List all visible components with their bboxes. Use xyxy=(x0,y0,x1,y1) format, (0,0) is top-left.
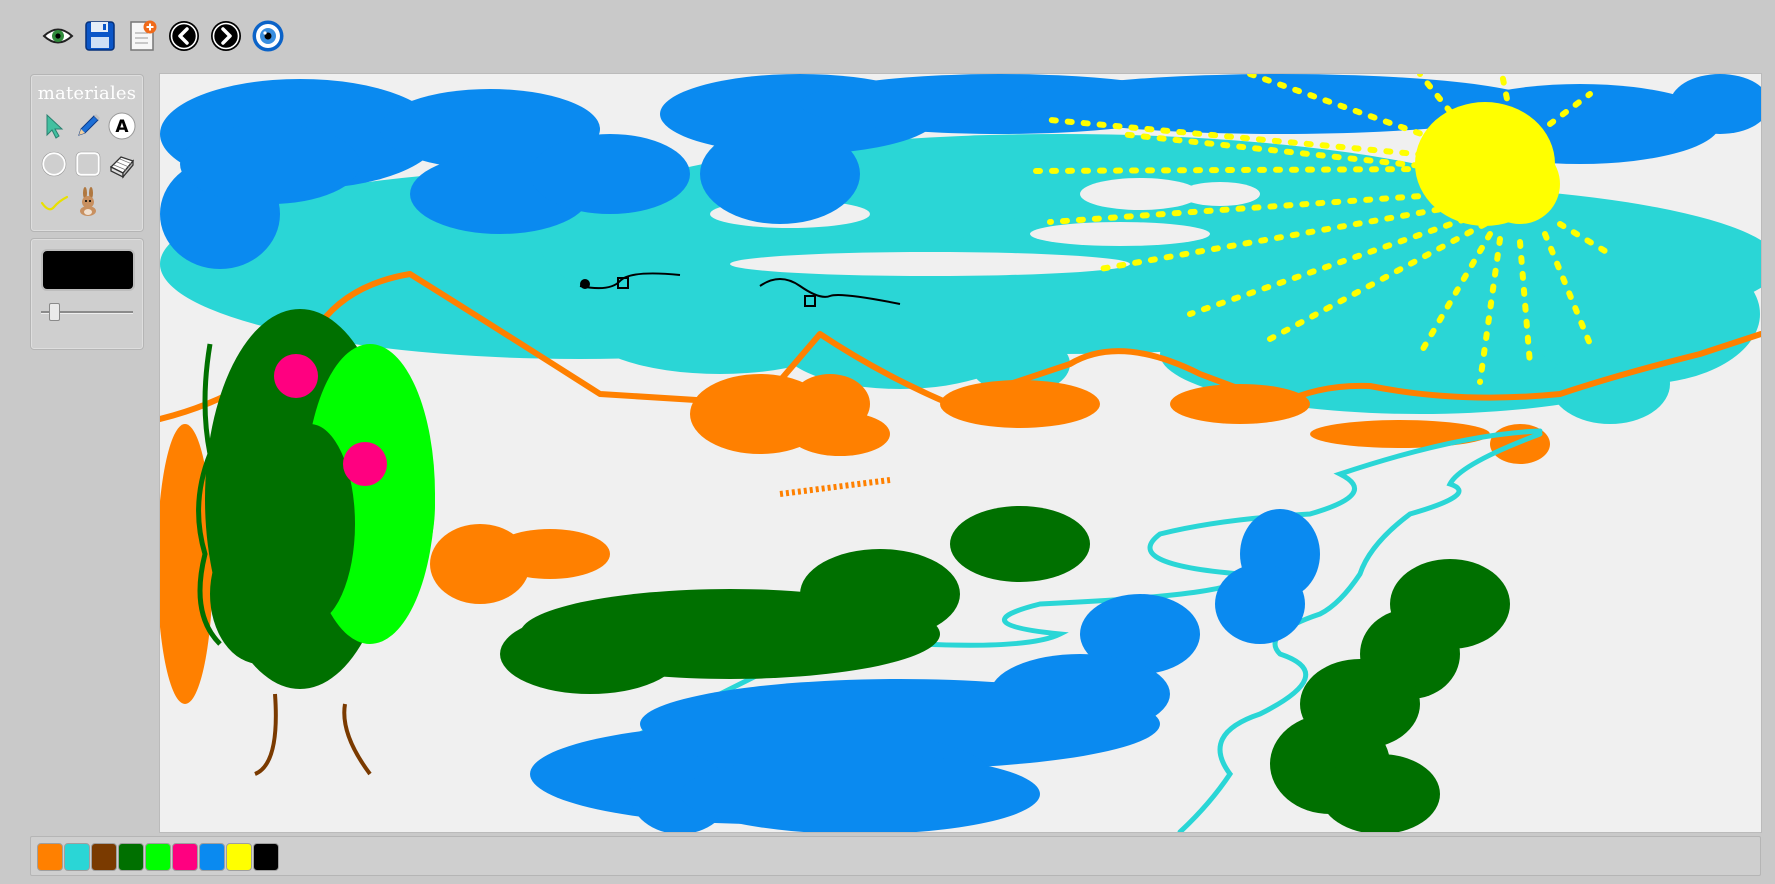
new-document-icon[interactable] xyxy=(124,18,160,54)
palette-color-4[interactable] xyxy=(118,843,144,871)
palette-color-1[interactable] xyxy=(37,843,63,871)
text-icon[interactable]: A xyxy=(105,107,139,145)
palette-color-5[interactable] xyxy=(145,843,171,871)
line-icon[interactable] xyxy=(37,183,71,221)
palette-color-3[interactable] xyxy=(91,843,117,871)
circle-icon[interactable] xyxy=(37,145,71,183)
save-icon[interactable] xyxy=(82,18,118,54)
tools-panel-title: materiales xyxy=(37,83,137,104)
previous-icon[interactable] xyxy=(166,18,202,54)
palette-color-6[interactable] xyxy=(172,843,198,871)
toolbar xyxy=(40,16,286,56)
tools-grid: A xyxy=(37,107,137,221)
palette-color-7[interactable] xyxy=(199,843,225,871)
drawing-artwork xyxy=(160,74,1761,832)
eraser-icon[interactable] xyxy=(105,145,139,183)
slider-thumb[interactable] xyxy=(49,303,60,321)
drawing-canvas[interactable] xyxy=(159,73,1762,833)
current-color-swatch[interactable] xyxy=(41,249,135,291)
palette-color-8[interactable] xyxy=(226,843,252,871)
palette-color-2[interactable] xyxy=(64,843,90,871)
preview-eye-icon[interactable] xyxy=(250,18,286,54)
palette-bar xyxy=(30,836,1761,876)
pencil-icon[interactable] xyxy=(71,107,105,145)
color-panel xyxy=(30,238,144,350)
select-icon[interactable] xyxy=(37,107,71,145)
brush-size-slider[interactable] xyxy=(41,301,133,321)
view-eye-icon[interactable] xyxy=(40,18,76,54)
palette-color-9[interactable] xyxy=(253,843,279,871)
tools-panel: materiales A xyxy=(30,74,144,232)
stamp-rabbit-icon[interactable] xyxy=(71,183,105,221)
color-palette xyxy=(37,843,279,871)
next-icon[interactable] xyxy=(208,18,244,54)
rectangle-icon[interactable] xyxy=(71,145,105,183)
text-tool-label: A xyxy=(115,117,129,137)
